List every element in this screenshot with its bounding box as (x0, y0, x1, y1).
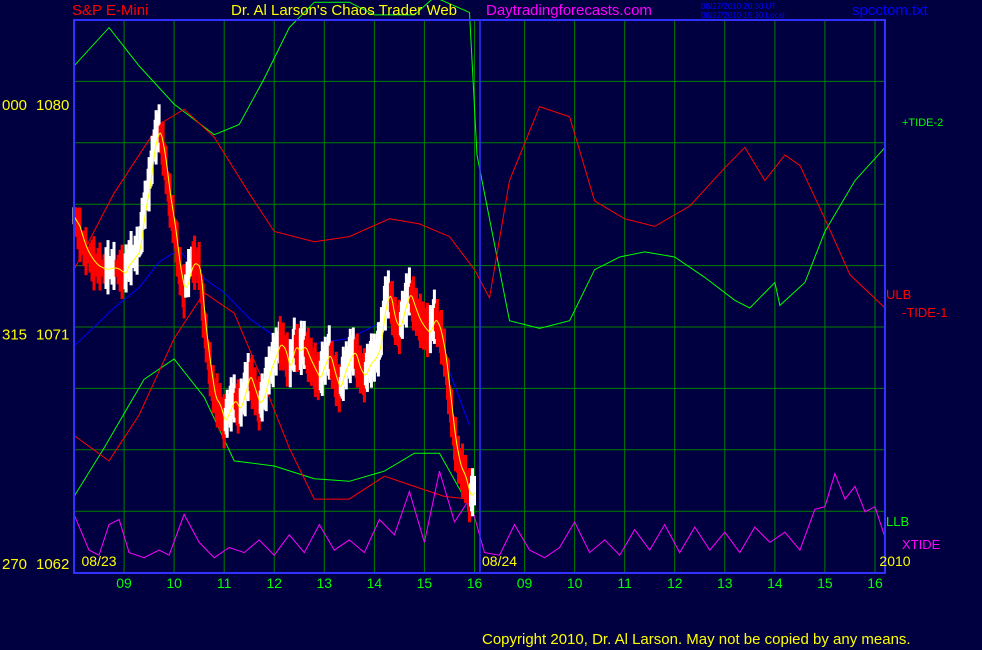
x-axis-tick-label: 13 (317, 575, 333, 591)
y-axis-label: 1071 (36, 326, 69, 343)
file-name: spcctom.txt (852, 2, 928, 19)
series-label: +TIDE-2 (902, 117, 943, 129)
price-bar (473, 476, 476, 506)
x-axis-tick-label: 16 (867, 575, 883, 591)
y-axis-prefix: 270 (2, 556, 27, 573)
x-axis-tick-label: 11 (617, 575, 632, 591)
date-label: 08/24 (482, 553, 517, 569)
x-axis-tick-label: 09 (116, 575, 132, 591)
site-name: Daytradingforecasts.com (486, 2, 652, 19)
series-label: -TIDE-1 (902, 305, 948, 320)
y-axis-prefix: 000 (2, 97, 27, 114)
page-title: Dr. Al Larson's Chaos Trader Web (231, 2, 458, 19)
series-label: ULB (886, 287, 911, 302)
series-label: XTIDE (902, 537, 941, 552)
symbol-label: S&P E-Mini (72, 2, 149, 19)
x-axis-tick-label: 15 (417, 575, 433, 591)
y-axis-label: 1062 (36, 556, 69, 573)
date-label: 08/23 (82, 553, 117, 569)
copyright: Copyright 2010, Dr. Al Larson. May not b… (482, 631, 911, 648)
y-axis-prefix: 315 (2, 326, 27, 343)
x-axis-tick-label: 11 (217, 575, 232, 591)
y-axis-label: 1080 (36, 97, 69, 114)
timestamp-local: 08/27/2010 15:30 Local (701, 11, 785, 20)
x-axis-tick-label: 12 (266, 575, 282, 591)
x-axis-tick-label: 16 (467, 575, 483, 591)
chart: 000 1080 315 1071 270 1062 09 10 11 12 13 14 15 16 09 1… (0, 0, 982, 650)
x-axis-tick-label: 15 (817, 575, 833, 591)
date-label: 2010 (879, 553, 910, 569)
x-axis-tick-label: 10 (166, 575, 182, 591)
x-axis-tick-label: 13 (717, 575, 733, 591)
x-axis-tick-label: 09 (517, 575, 533, 591)
x-axis-tick-label: 12 (667, 575, 683, 591)
x-axis-tick-label: 14 (367, 575, 383, 591)
x-axis-tick-label: 10 (567, 575, 583, 591)
timestamp-ut: 08/27/2010 20:30 UT (701, 2, 777, 11)
series-label: LLB (886, 514, 909, 529)
x-axis-tick-label: 14 (767, 575, 783, 591)
